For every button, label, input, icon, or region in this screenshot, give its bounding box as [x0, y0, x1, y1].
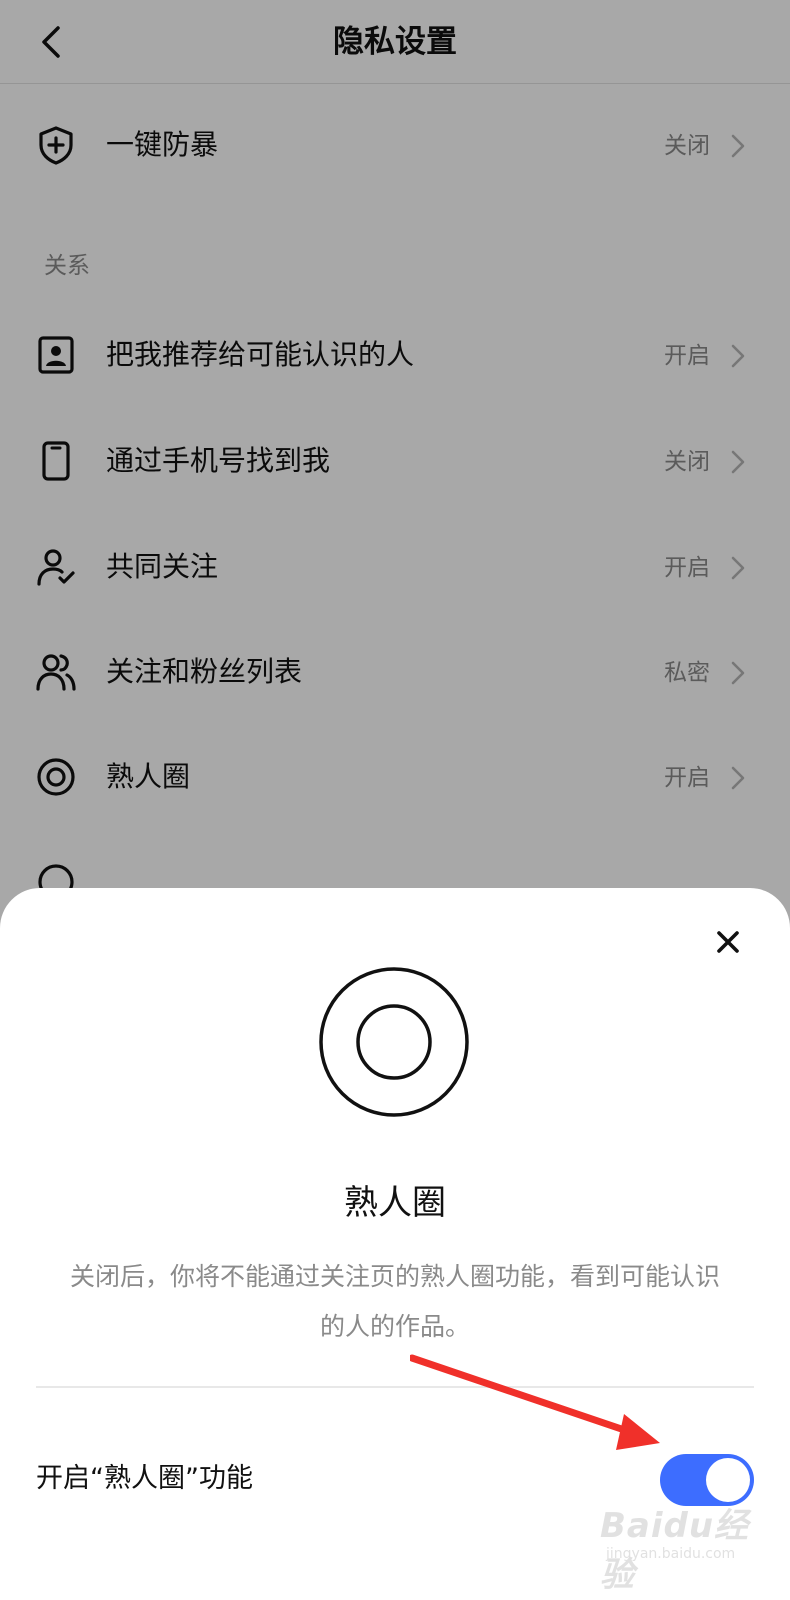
watermark: Baidu经验 jingyan.baidu.com: [600, 1488, 780, 1595]
close-icon[interactable]: [710, 924, 746, 960]
annotation-arrow-icon: [410, 1354, 660, 1450]
acquaintance-circle-icon: [319, 967, 469, 1117]
toggle-label: 开启“熟人圈”功能: [36, 1463, 253, 1494]
sheet-description: 关闭后，你将不能通过关注页的熟人圈功能，看到可能认识的人的作品。: [69, 1262, 720, 1341]
watermark-url: jingyan.baidu.com: [606, 1546, 736, 1562]
sheet-title: 熟人圈: [344, 1183, 446, 1223]
